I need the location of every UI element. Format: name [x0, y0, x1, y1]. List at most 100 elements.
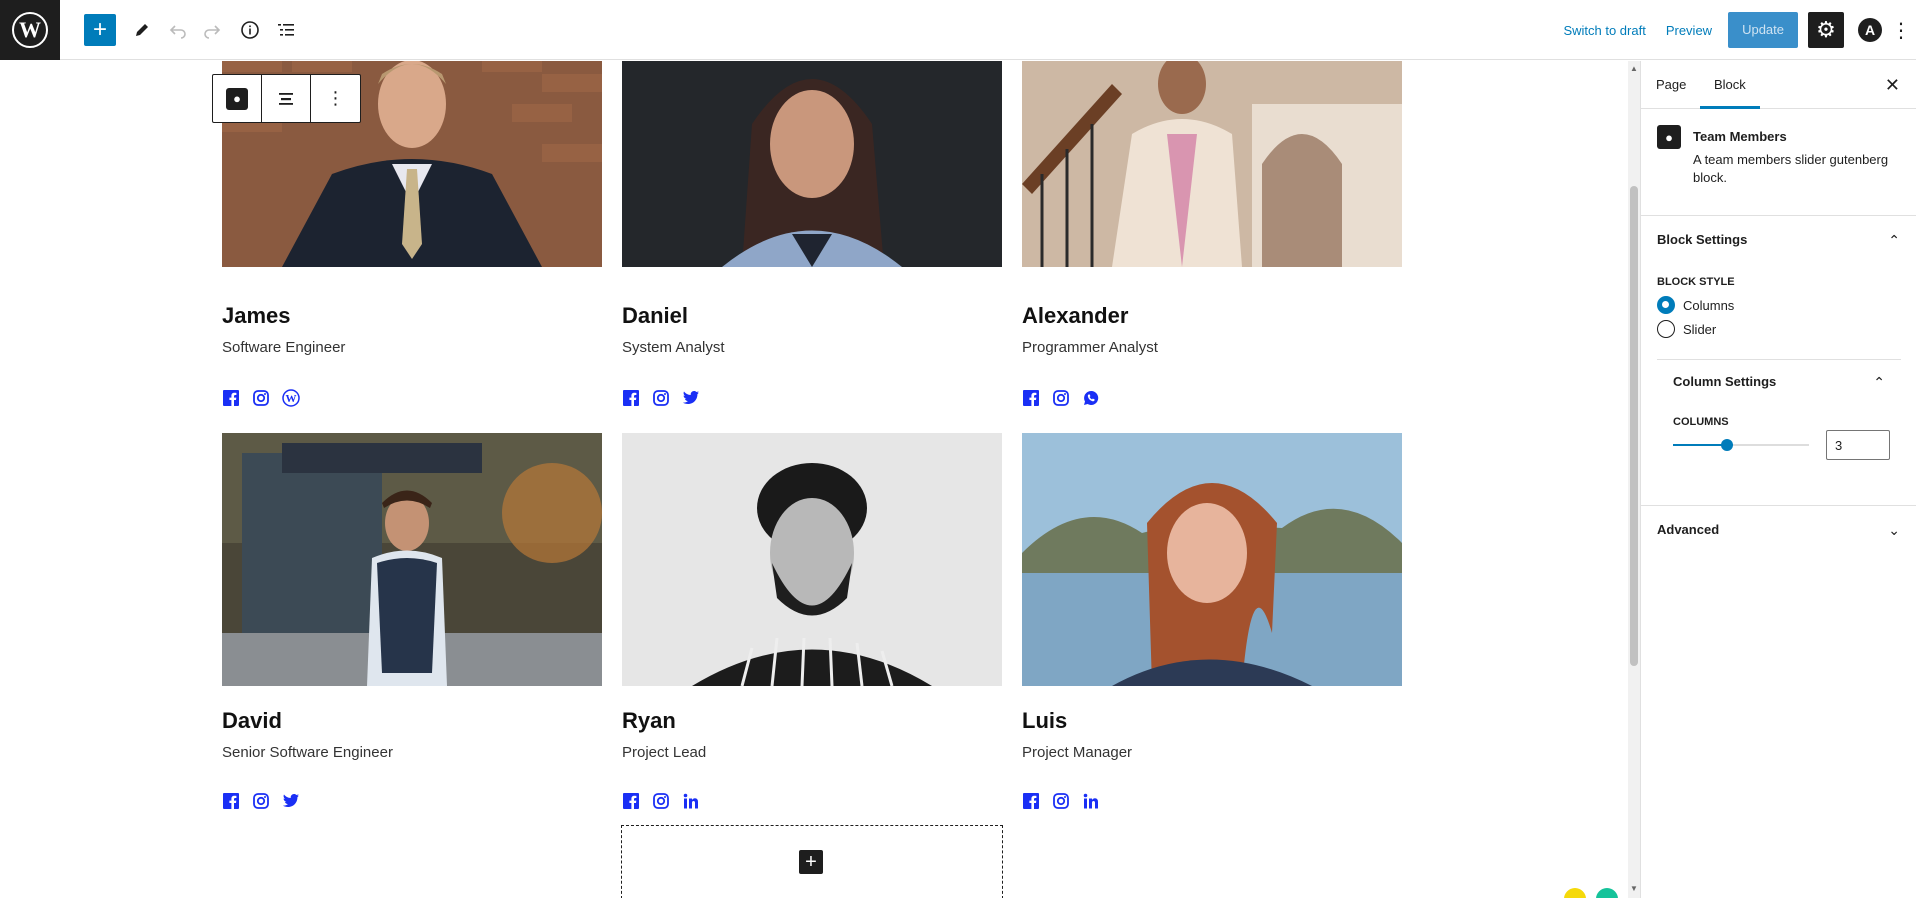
team-member-name: James: [222, 303, 291, 328]
editor-top-bar: W + Switch to draft Preview Update ⚙ A ⋮: [0, 0, 1916, 60]
team-member-photo: [1022, 433, 1402, 686]
radio-label: Slider: [1683, 321, 1717, 337]
team-member-role: System Analyst: [622, 339, 725, 356]
switch-to-draft-button[interactable]: Switch to draft: [1553, 23, 1655, 38]
top-right-actions: Switch to draft Preview Update ⚙ A ⋮: [1553, 12, 1916, 48]
team-member-name: Luis: [1022, 708, 1068, 733]
gear-icon: ⚙: [1816, 17, 1836, 42]
details-button[interactable]: [234, 14, 266, 46]
panel-title: Advanced: [1657, 522, 1720, 537]
list-view-icon: [278, 24, 294, 36]
team-member-name: Daniel: [622, 303, 689, 328]
team-member-photo: [622, 61, 1002, 267]
team-member-role: Project Lead: [622, 744, 707, 761]
facebook-icon[interactable]: [622, 389, 640, 407]
team-member-role: Programmer Analyst: [1022, 339, 1158, 356]
column-settings-toggle[interactable]: Column Settings ⌃: [1657, 358, 1901, 406]
columns-number-input[interactable]: [1826, 430, 1890, 460]
block-toolbar: ● ⋮: [212, 74, 361, 123]
info-icon: [241, 21, 259, 39]
block-options-button[interactable]: ⋮: [311, 75, 360, 122]
settings-button[interactable]: ⚙: [1808, 12, 1844, 48]
scroll-down-icon[interactable]: ▼: [1630, 884, 1638, 894]
facebook-icon[interactable]: [222, 389, 240, 407]
close-icon: ✕: [1884, 75, 1900, 95]
columns-label: COLUMNS: [1673, 416, 1729, 428]
editor-canvas: James Software Engineer W Daniel System: [0, 61, 1628, 898]
style-option-slider[interactable]: Slider: [1657, 320, 1716, 338]
scroll-up-icon[interactable]: ▲: [1630, 64, 1638, 74]
instagram-icon[interactable]: [1052, 792, 1070, 810]
advanced-toggle[interactable]: Advanced ⌄: [1641, 506, 1916, 554]
block-description: A team members slider gutenberg block.: [1693, 152, 1889, 185]
columns-slider[interactable]: [1673, 439, 1809, 451]
align-icon: [279, 92, 293, 105]
facebook-icon[interactable]: [222, 792, 240, 810]
facebook-icon[interactable]: [622, 792, 640, 810]
team-member-card[interactable]: Ryan Project Lead: [622, 433, 1002, 809]
facebook-icon[interactable]: [1022, 792, 1040, 810]
update-button[interactable]: Update: [1728, 12, 1798, 48]
team-member-name: Alexander: [1022, 303, 1129, 328]
undo-icon: [169, 25, 186, 39]
kebab-menu-icon: ⋮: [326, 88, 345, 108]
whatsapp-icon[interactable]: [1082, 389, 1100, 407]
scrollbar-thumb[interactable]: [1630, 186, 1638, 666]
chevron-down-icon: ⌄: [1888, 522, 1900, 538]
preview-button[interactable]: Preview: [1656, 23, 1722, 38]
kebab-menu-icon: ⋮: [1891, 19, 1911, 42]
settings-sidebar: Page Block ✕ ● Team Members A team membe…: [1640, 61, 1916, 898]
list-view-button[interactable]: [270, 14, 302, 46]
undo-button[interactable]: [162, 14, 194, 46]
grammarly-icon[interactable]: [1596, 888, 1618, 898]
team-members-block-icon: ●: [226, 87, 248, 110]
team-member-card[interactable]: Daniel System Analyst: [622, 61, 1002, 406]
astra-settings-button[interactable]: A: [1858, 18, 1882, 42]
radio-unselected-icon: [1657, 320, 1675, 338]
slider-thumb[interactable]: [1721, 439, 1734, 451]
wordpress-icon: W: [12, 12, 48, 48]
astra-icon: A: [1864, 22, 1876, 38]
options-menu-button[interactable]: ⋮: [1886, 12, 1916, 48]
facebook-icon[interactable]: [1022, 389, 1040, 407]
team-member-name: David: [222, 708, 282, 733]
block-settings-toggle[interactable]: Block Settings ⌃: [1641, 216, 1916, 264]
twitter-icon[interactable]: [682, 389, 700, 407]
wordpress-logo-button[interactable]: W: [0, 0, 60, 60]
style-option-columns[interactable]: Columns: [1657, 296, 1734, 314]
team-member-card[interactable]: David Senior Software Engineer: [222, 433, 602, 809]
block-title: Team Members: [1693, 129, 1787, 144]
block-type-button[interactable]: ●: [213, 75, 262, 122]
block-card: ● Team Members A team members slider gut…: [1641, 109, 1916, 216]
team-member-card[interactable]: Alexander Programmer Analyst: [1022, 61, 1402, 406]
team-member-role: Software Engineer: [222, 339, 346, 356]
tools-button[interactable]: [126, 14, 158, 46]
team-members-block-icon: ●: [1657, 125, 1681, 149]
instagram-icon[interactable]: [252, 792, 270, 810]
instagram-icon[interactable]: [252, 389, 270, 407]
redo-button[interactable]: [196, 14, 228, 46]
linkedin-icon[interactable]: [1082, 792, 1100, 810]
block-align-button[interactable]: [262, 75, 311, 122]
instagram-icon[interactable]: [652, 389, 670, 407]
chevron-up-icon: ⌃: [1888, 232, 1900, 248]
slider-fill: [1673, 444, 1728, 446]
team-member-card[interactable]: Luis Project Manager: [1022, 433, 1402, 809]
floating-widget-yellow[interactable]: [1564, 888, 1586, 898]
tab-block[interactable]: Block: [1700, 61, 1760, 109]
tab-page[interactable]: Page: [1656, 61, 1686, 109]
instagram-icon[interactable]: [1052, 389, 1070, 407]
close-sidebar-button[interactable]: ✕: [1885, 75, 1900, 96]
twitter-icon[interactable]: [282, 792, 300, 810]
wordpress-icon[interactable]: W: [282, 389, 300, 407]
plus-icon: +: [92, 16, 107, 43]
add-block-button[interactable]: +: [84, 14, 116, 46]
instagram-icon[interactable]: [652, 792, 670, 810]
linkedin-icon[interactable]: [682, 792, 700, 810]
block-appender[interactable]: +: [621, 825, 1003, 898]
panel-title: Column Settings: [1673, 374, 1777, 389]
redo-icon: [204, 25, 221, 39]
canvas-scrollbar[interactable]: ▲ ▼: [1628, 61, 1640, 898]
team-member-photo: [1022, 61, 1402, 267]
block-style-label: BLOCK STYLE: [1657, 276, 1735, 288]
